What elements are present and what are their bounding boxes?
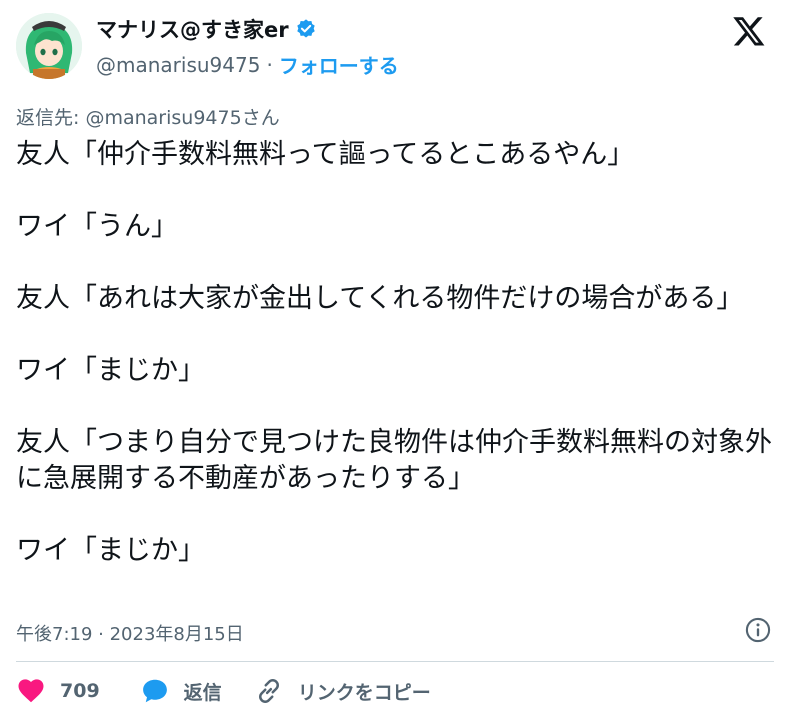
tweet-paragraph: 友人「仲介手数料無料って謳ってるとこあるやん」 xyxy=(16,139,635,170)
divider xyxy=(16,661,774,662)
speech-bubble-icon xyxy=(142,679,167,703)
display-name[interactable]: マナリス@すき家er xyxy=(96,14,289,44)
tweet-paragraph: ワイ「まじか」 xyxy=(16,535,205,566)
info-icon[interactable] xyxy=(744,616,772,644)
tweet-paragraph: ワイ「まじか」 xyxy=(16,355,205,386)
tweet-body: 友人「仲介手数料無料って謳ってるとこあるやん」 ワイ「うん」 友人「あれは大家が… xyxy=(16,137,776,569)
follow-button[interactable]: フォローする xyxy=(279,50,399,79)
separator: · xyxy=(266,52,273,77)
handle-row: @manarisu9475 · フォローする xyxy=(96,50,399,79)
reply-to-line: 返信先: @manarisu9475さん xyxy=(16,103,280,130)
x-logo-icon[interactable] xyxy=(732,14,766,48)
tweet-paragraph: 友人「つまり自分で見つけた良物件は仲介手数料無料の対象外に急展開する不動産があっ… xyxy=(16,427,772,494)
reply-button[interactable]: 返信 xyxy=(140,676,254,706)
like-button[interactable]: 709 xyxy=(16,676,140,706)
verified-badge-icon xyxy=(296,19,315,38)
tweet-paragraph: ワイ「うん」 xyxy=(16,211,178,242)
author-handle[interactable]: @manarisu9475 xyxy=(96,53,260,77)
reply-to-suffix: さん xyxy=(241,107,280,129)
reply-label: 返信 xyxy=(183,681,222,704)
tweet-actions: 709 返信 リンクをコピー xyxy=(16,676,431,706)
copy-link-label: リンクをコピー xyxy=(297,681,431,704)
like-count: 709 xyxy=(60,680,100,702)
tweet-timestamp[interactable]: 午後7:19 · 2023年8月15日 xyxy=(16,620,244,646)
author-name-row: マナリス@すき家er xyxy=(96,14,317,44)
tweet-paragraph: 友人「あれは大家が金出してくれる物件だけの場合がある」 xyxy=(16,283,744,314)
avatar[interactable] xyxy=(16,13,82,79)
reply-to-mention[interactable]: @manarisu9475 xyxy=(85,107,241,129)
link-icon xyxy=(258,679,279,703)
tweet-card: マナリス@すき家er @manarisu9475 · フォローする 返信先: @… xyxy=(0,0,790,718)
copy-link-button[interactable]: リンクをコピー xyxy=(254,676,431,706)
heart-icon xyxy=(18,679,44,703)
reply-to-prefix: 返信先: xyxy=(16,107,86,129)
